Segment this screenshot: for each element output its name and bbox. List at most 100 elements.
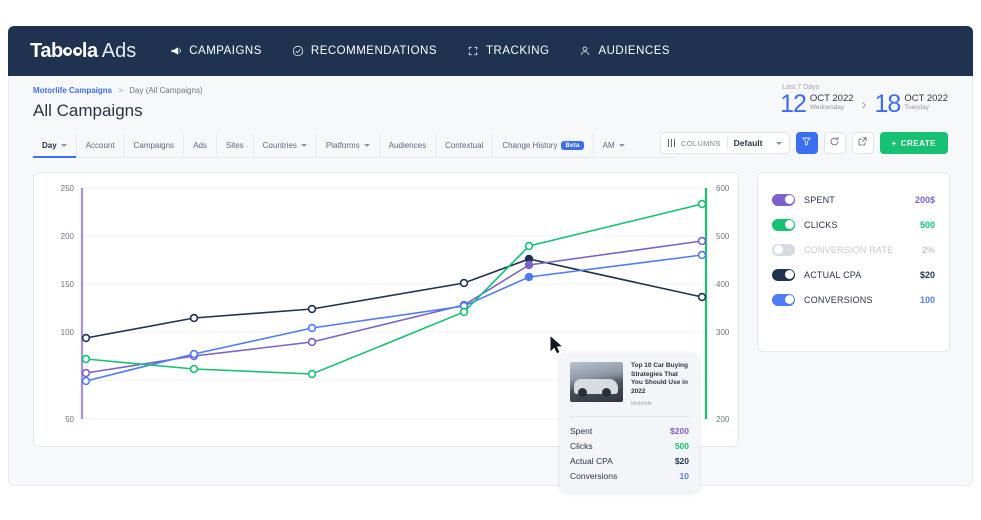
legend-row-conversions[interactable]: CONVERSIONS 100 — [772, 290, 935, 309]
breadcrumb-current: Day (All Campaigns) — [129, 86, 203, 95]
legend-value-spent: 200$ — [914, 194, 935, 205]
tooltip-brand: Motorlife — [631, 401, 653, 407]
tab-label-account: Account — [85, 141, 115, 150]
tooltip-key-actual-cpa: Actual CPA — [570, 455, 613, 466]
legend-label-spent: SPENT — [804, 194, 836, 205]
tooltip-row-conversions: Conversions 10 — [570, 468, 689, 483]
breadcrumb-root[interactable]: Motorlife Campaigns — [33, 86, 112, 95]
filter-button[interactable] — [795, 132, 818, 154]
top-navigation-bar: Tab la Ads CAMPAIGNS RECOMMENDATIONS TRA… — [8, 26, 973, 76]
columns-value: Default — [733, 138, 763, 148]
tab-platforms[interactable]: Platforms — [317, 133, 380, 158]
export-button[interactable] — [851, 132, 874, 154]
tooltip-value-clicks: 500 — [674, 440, 689, 451]
chevron-down-icon — [60, 144, 67, 147]
svg-text:150: 150 — [61, 280, 75, 289]
date-range-end[interactable]: 18 OCT 2022 Tuesday — [875, 92, 948, 117]
tab-am[interactable]: AM — [594, 134, 634, 158]
divider — [726, 137, 728, 149]
tab-label-platforms: Platforms — [325, 141, 360, 150]
tooltip-key-clicks: Clicks — [570, 440, 593, 451]
columns-icon — [667, 139, 676, 147]
table-toolbar: COLUMNS Default + CREATE — [659, 132, 948, 154]
right-axis-ticks: 600 500 400 300 200 — [716, 184, 730, 424]
tab-audiences[interactable]: Audiences — [380, 133, 437, 158]
legend-label-conversions: CONVERSIONS — [804, 294, 873, 305]
mouse-cursor-icon — [549, 335, 565, 360]
toggle-conversion-rate[interactable] — [772, 243, 795, 256]
legend-row-clicks[interactable]: CLICKS 500 — [772, 215, 935, 234]
tab-sites[interactable]: Sites — [217, 133, 254, 158]
dimension-tabs: Day Account Campaigns Ads Sites Countrie… — [33, 133, 673, 158]
legend-value-clicks: 500 — [919, 219, 935, 230]
tab-countries[interactable]: Countries — [254, 133, 317, 158]
end-month: OCT 2022 — [904, 93, 948, 104]
tooltip-value-spent: $200 — [670, 425, 689, 436]
tab-label-audiences: Audiences — [388, 141, 427, 150]
svg-text:600: 600 — [716, 184, 730, 193]
end-day: 18 — [874, 90, 902, 118]
columns-label: COLUMNS — [681, 138, 721, 148]
toggle-conversions[interactable] — [772, 293, 795, 306]
refresh-icon — [829, 134, 840, 152]
tab-day[interactable]: Day — [33, 133, 77, 158]
megaphone-icon — [170, 45, 182, 57]
date-range-start[interactable]: 12 OCT 2022 Wednesday — [780, 92, 853, 117]
legend-label-conversion-rate: CONVERSION RATE — [804, 244, 894, 255]
tooltip-row-clicks: Clicks 500 — [570, 438, 689, 453]
nav-label-recommendations: RECOMMENDATIONS — [310, 45, 438, 57]
date-range-picker[interactable]: Last 7 Days 12 OCT 2022 Wednesday › 18 O… — [780, 84, 948, 117]
toggle-actual-cpa[interactable] — [772, 268, 795, 281]
tab-ads[interactable]: Ads — [184, 133, 217, 158]
tab-campaigns[interactable]: Campaigns — [125, 133, 185, 158]
series-actual-cpa — [81, 254, 707, 343]
toggle-clicks[interactable] — [772, 218, 795, 231]
end-weekday: Tuesday — [904, 104, 930, 111]
columns-select[interactable]: COLUMNS Default — [659, 132, 790, 154]
legend-row-conversion-rate[interactable]: CONVERSION RATE 2% — [772, 240, 935, 259]
tab-label-day: Day — [42, 141, 57, 150]
metrics-legend-panel: SPENT 200$ CLICKS 500 CONVERSION RATE 2%… — [757, 172, 950, 352]
svg-text:300: 300 — [716, 328, 730, 337]
chevron-down-icon — [618, 144, 625, 147]
legend-row-spent[interactable]: SPENT 200$ — [772, 190, 935, 209]
nav-item-recommendations[interactable]: RECOMMENDATIONS — [292, 45, 437, 57]
tab-account[interactable]: Account — [77, 133, 125, 158]
tab-label-ads: Ads — [193, 141, 207, 150]
divider — [570, 416, 689, 417]
toggle-spent[interactable] — [772, 193, 795, 206]
nav-item-tracking[interactable]: TRACKING — [467, 45, 549, 57]
series-clicks — [81, 199, 707, 379]
nav-label-campaigns: CAMPAIGNS — [189, 45, 262, 57]
taboola-eyes-icon — [62, 46, 82, 56]
tooltip-title: Top 10 Car Buying Strategies That You Sh… — [631, 362, 688, 395]
legend-label-actual-cpa: ACTUAL CPA — [804, 269, 862, 280]
breadcrumb: Motorlife Campaigns > Day (All Campaigns… — [33, 86, 203, 95]
tab-label-am: AM — [602, 141, 615, 150]
svg-text:200: 200 — [716, 415, 730, 424]
tooltip-value-actual-cpa: $20 — [674, 455, 689, 466]
tab-contextual[interactable]: Contextual — [436, 133, 494, 158]
svg-text:500: 500 — [716, 232, 730, 241]
tab-label-campaigns: Campaigns — [133, 141, 175, 150]
chevron-down-icon — [363, 144, 370, 147]
nav-label-audiences: AUDIENCES — [598, 45, 671, 57]
nav-label-tracking: TRACKING — [486, 45, 550, 57]
nav-item-audiences[interactable]: AUDIENCES — [579, 45, 670, 57]
car-thumbnail — [570, 362, 623, 402]
svg-text:250: 250 — [61, 184, 75, 193]
breadcrumb-separator: > — [118, 86, 124, 95]
taboola-ads-logo[interactable]: Tab la Ads — [30, 40, 136, 63]
tab-change-history[interactable]: Change History Beta — [493, 133, 594, 158]
tooltip-value-conversions: 10 — [679, 470, 689, 481]
svg-text:400: 400 — [716, 280, 730, 289]
create-label: CREATE — [900, 138, 936, 148]
tracking-icon — [467, 45, 479, 57]
tab-label-countries: Countries — [262, 141, 297, 150]
create-button[interactable]: + CREATE — [879, 132, 948, 154]
person-icon — [579, 45, 591, 57]
nav-item-campaigns[interactable]: CAMPAIGNS — [170, 45, 262, 57]
tooltip-key-spent: Spent — [570, 425, 593, 436]
refresh-button[interactable] — [823, 132, 846, 154]
legend-row-actual-cpa[interactable]: ACTUAL CPA $20 — [772, 265, 935, 284]
